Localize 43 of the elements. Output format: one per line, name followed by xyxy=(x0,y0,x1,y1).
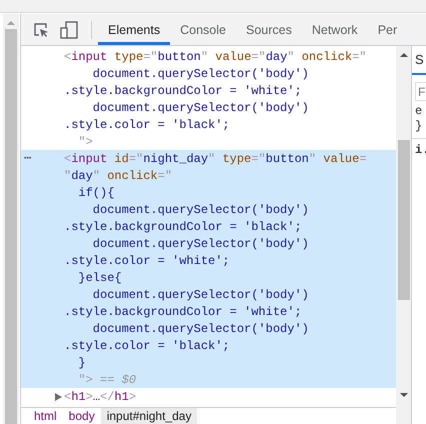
code-line: document.querySelector('body') xyxy=(92,66,309,80)
code-line: } xyxy=(77,356,86,370)
scrollbar[interactable] xyxy=(3,14,19,424)
code-line: <input type="button" value="day" onclick=" xyxy=(64,50,367,64)
device-icon[interactable] xyxy=(60,20,78,38)
code-line: <h1>…</h1> xyxy=(64,390,136,404)
scroll-up-icon[interactable] xyxy=(398,52,408,58)
scroll-down-icon[interactable] xyxy=(398,392,408,398)
style-rule-text: } xyxy=(414,119,424,134)
code-line: <input id="night_day" type="button" value= xyxy=(64,152,367,166)
dom-node[interactable]: <input type="button" value="day" onclick=" document.querySelector('body') .style.backgroundColor = 'white'; document.querySelector('body') .style.color = 'black'; "> xyxy=(21,48,396,150)
styles-tab[interactable]: S xyxy=(412,52,424,67)
code-line: document.querySelector('body') xyxy=(92,202,309,216)
dom-node[interactable]: <h1>…</h1> xyxy=(21,388,396,405)
code-line: .style.backgroundColor = 'white'; xyxy=(64,84,302,98)
expand-arrow-icon[interactable] xyxy=(55,392,62,400)
code-line: "> == $0 xyxy=(77,372,136,386)
code-line: .style.color = 'black'; xyxy=(64,338,230,352)
code-line: "> xyxy=(77,134,93,148)
code-line: "day" onclick=" xyxy=(64,168,172,182)
code-line: .style.color = 'white'; xyxy=(64,254,230,268)
panel-tab[interactable]: Console xyxy=(170,14,236,45)
panel-tab[interactable]: Network xyxy=(302,14,368,45)
code-line: if(){ xyxy=(77,186,114,200)
breadcrumb[interactable]: html xyxy=(28,408,63,424)
filter-field[interactable]: F xyxy=(415,82,426,101)
code-line: .style.backgroundColor = 'black'; xyxy=(64,220,302,234)
code-line: document.querySelector('body') xyxy=(92,322,309,336)
selected-node[interactable] xyxy=(21,150,396,388)
breadcrumb[interactable]: input#night_day xyxy=(100,408,198,424)
panel-tab[interactable]: Per xyxy=(368,14,398,45)
code-line: document.querySelector('body') xyxy=(92,288,309,302)
code-line: document.querySelector('body') xyxy=(92,100,309,114)
style-rule-text: e xyxy=(414,104,424,119)
inspect-icon[interactable] xyxy=(33,22,49,38)
breadcrumb[interactable]: body xyxy=(62,408,101,424)
code-line: .style.color = 'black'; xyxy=(64,118,230,132)
code-line: .style.backgroundColor = 'white'; xyxy=(64,304,302,318)
scrollbar[interactable] xyxy=(396,46,411,424)
code-line: }else{ xyxy=(77,270,122,284)
code-line: document.querySelector('body') xyxy=(92,236,309,250)
panel-tab[interactable]: Sources xyxy=(236,14,302,45)
panel-tab[interactable]: Elements xyxy=(98,14,170,45)
